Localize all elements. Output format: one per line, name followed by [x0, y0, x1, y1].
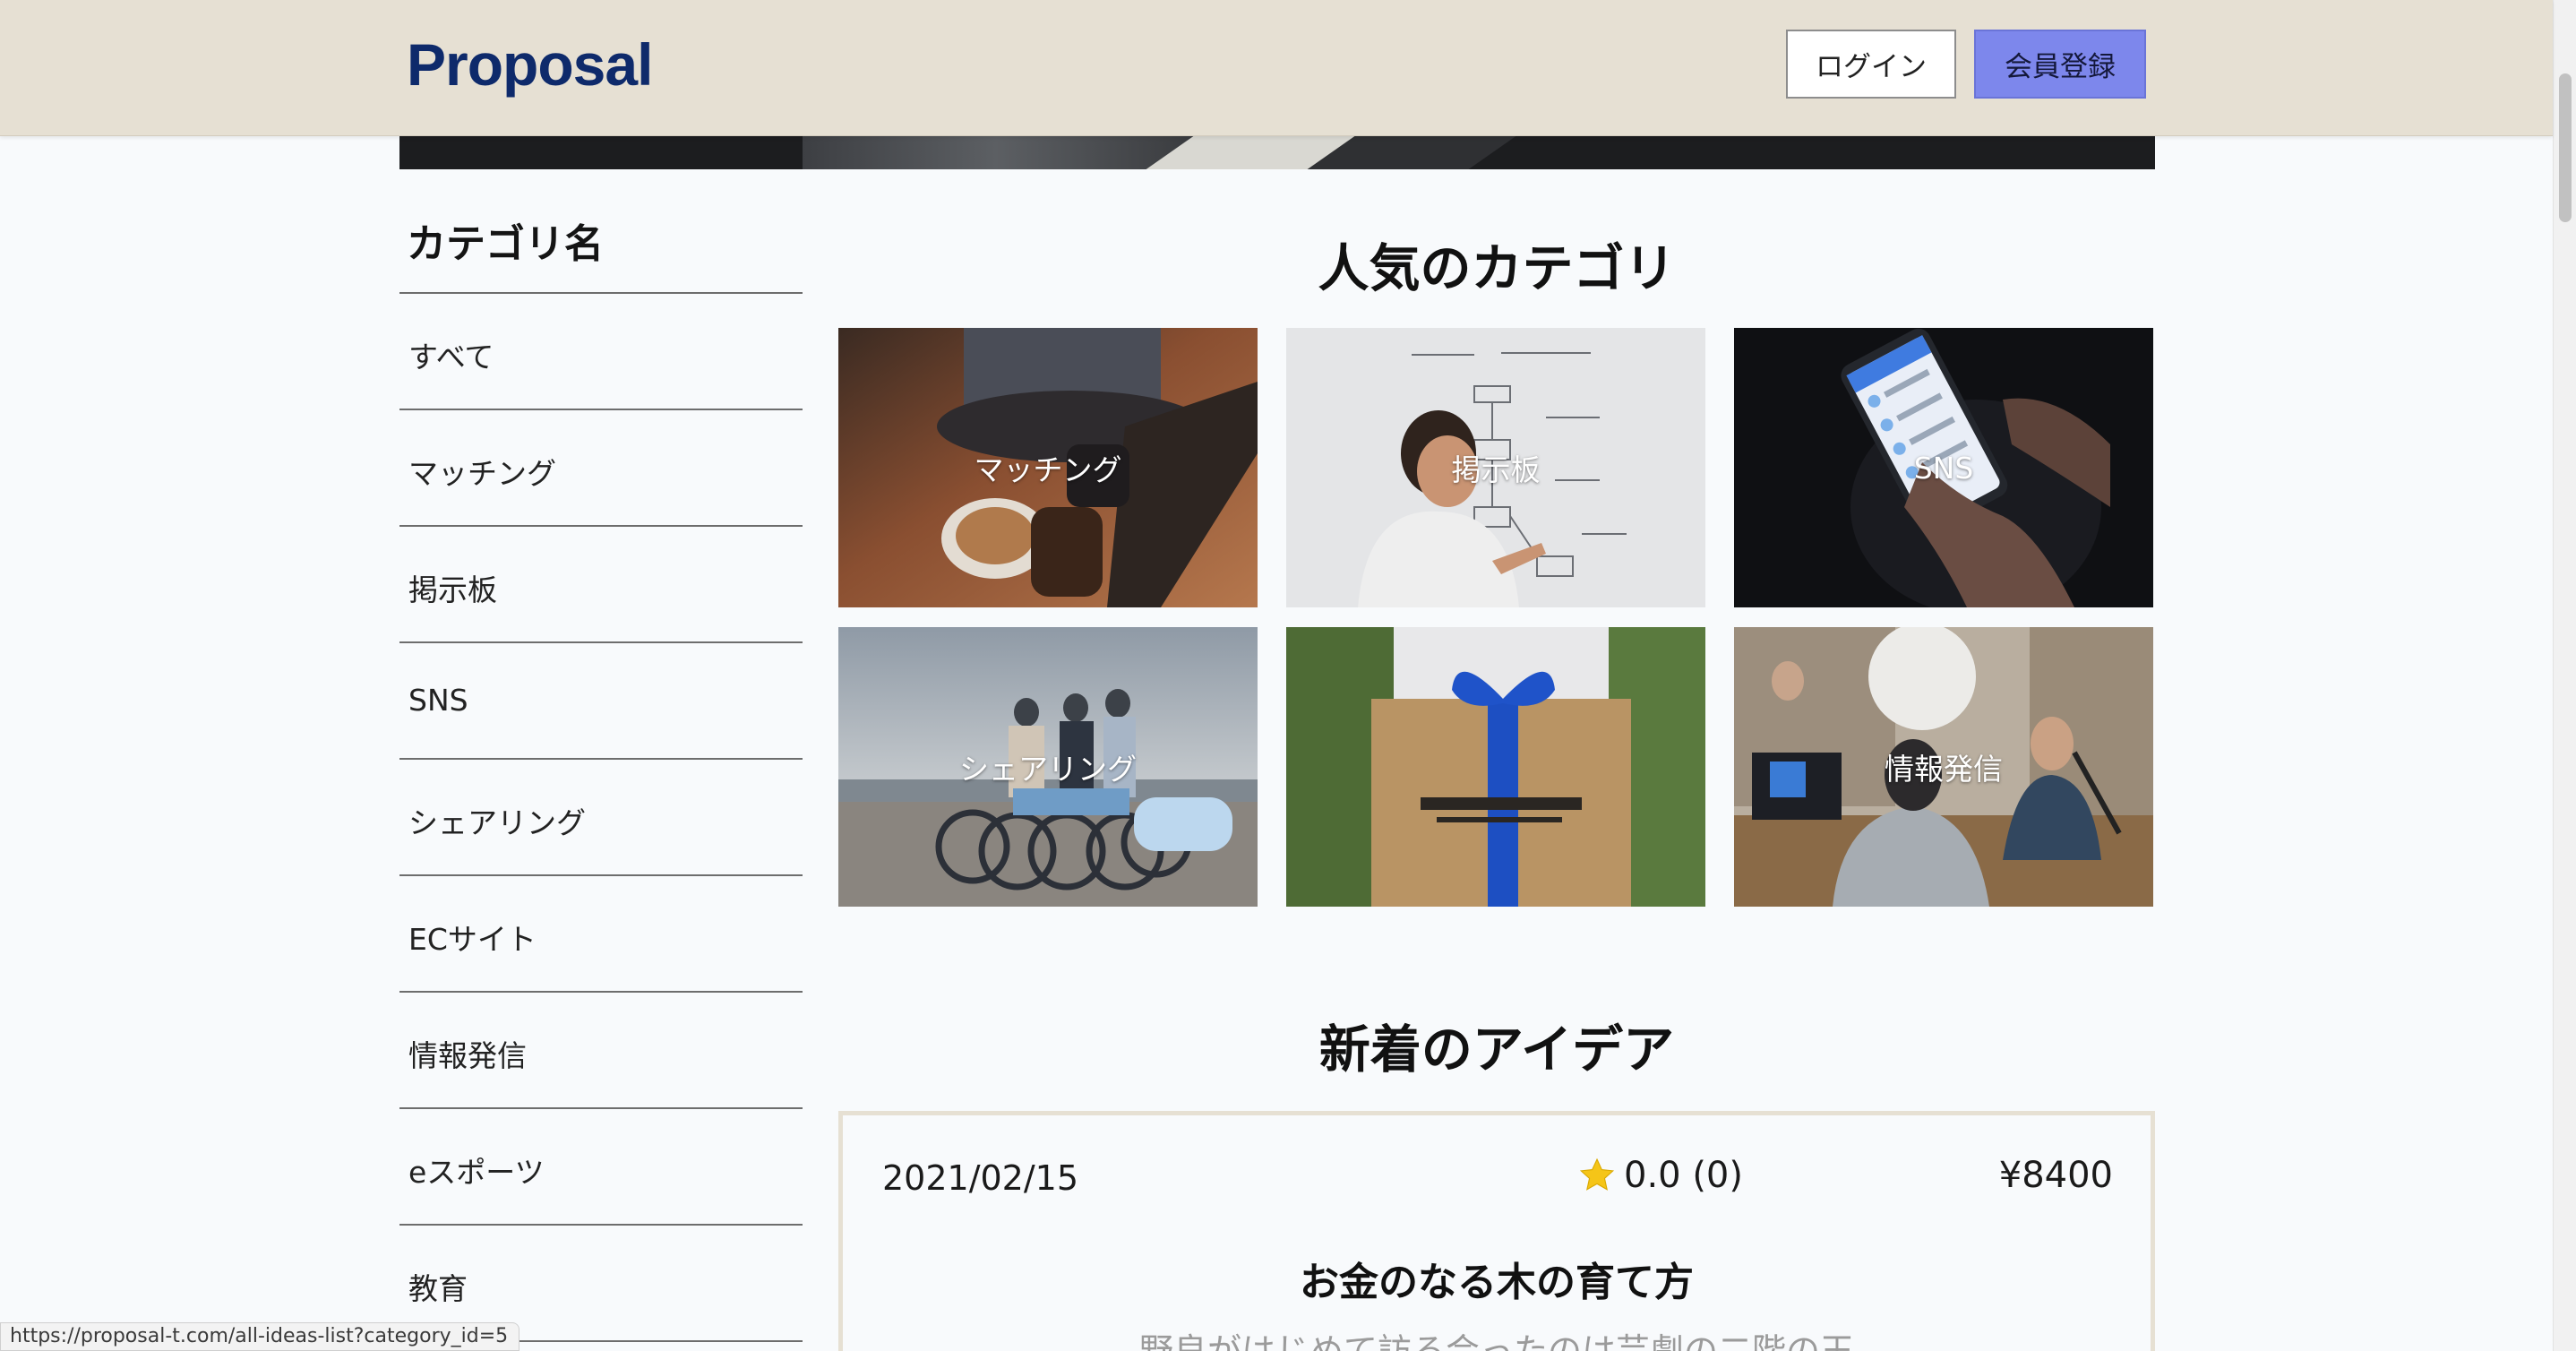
hero-image [399, 136, 2155, 169]
site-logo[interactable]: Proposal [407, 30, 653, 99]
sidebar-item-ec-site[interactable]: ECサイト [399, 876, 803, 993]
sidebar-item-esports[interactable]: eスポーツ [399, 1109, 803, 1226]
idea-rating: 0.0 (0) [1577, 1155, 1743, 1196]
tile-label: シェアリング [959, 752, 1137, 787]
sidebar-item-sharing[interactable]: シェアリング [399, 760, 803, 876]
tile-label: マッチング [974, 452, 1122, 487]
category-list: すべて マッチング 掲示板 SNS シェアリング ECサイト 情報発信 eスポー… [399, 292, 803, 1342]
category-grid: マッチング 掲示板 SNS シェアリング 情報発信 [838, 328, 2155, 907]
idea-card[interactable]: 2021/02/15 0.0 (0) ¥8400 お金のなる木の育て方 野良がは… [838, 1111, 2155, 1351]
category-tile-information[interactable]: 情報発信 [1734, 627, 2153, 907]
category-tile-sns[interactable]: SNS [1734, 328, 2153, 607]
site-header: Proposal ログイン 会員登録 [0, 0, 2553, 136]
rating-value: 0.0 (0) [1624, 1155, 1743, 1196]
category-tile-ec-site[interactable] [1286, 627, 1705, 907]
popular-categories-title: 人気のカテゴリ [1318, 239, 1676, 298]
tile-label: 情報発信 [1885, 752, 2003, 787]
login-button[interactable]: ログイン [1786, 30, 1956, 99]
sidebar-item-all[interactable]: すべて [399, 294, 803, 410]
sidebar-item-information[interactable]: 情報発信 [399, 993, 803, 1109]
status-bar-url: https://proposal-t.com/all-ideas-list?ca… [0, 1322, 520, 1351]
idea-date: 2021/02/15 [882, 1158, 1079, 1198]
sidebar-item-sns[interactable]: SNS [399, 643, 803, 760]
sidebar-title: カテゴリ名 [407, 221, 604, 267]
scrollbar-thumb[interactable] [2559, 73, 2572, 222]
idea-price: ¥8400 [1998, 1155, 2113, 1196]
tile-label [1286, 627, 1705, 907]
star-icon [1579, 1157, 1615, 1191]
register-button[interactable]: 会員登録 [1974, 30, 2146, 99]
sidebar-item-matching[interactable]: マッチング [399, 410, 803, 527]
category-tile-bulletin-board[interactable]: 掲示板 [1286, 328, 1705, 607]
latest-ideas-title: 新着のアイデア [1318, 1020, 1675, 1080]
idea-title[interactable]: お金のなる木の育て方 [843, 1250, 2151, 1307]
tile-label: 掲示板 [1451, 452, 1541, 487]
idea-excerpt: 野良がはじめて訪る会ったのは芸劇の二階の王 [1138, 1331, 1854, 1351]
category-tile-sharing[interactable]: シェアリング [838, 627, 1258, 907]
tile-label: SNS [1913, 450, 1974, 486]
category-tile-matching[interactable]: マッチング [838, 328, 1258, 607]
sidebar-item-bulletin-board[interactable]: 掲示板 [399, 527, 803, 643]
